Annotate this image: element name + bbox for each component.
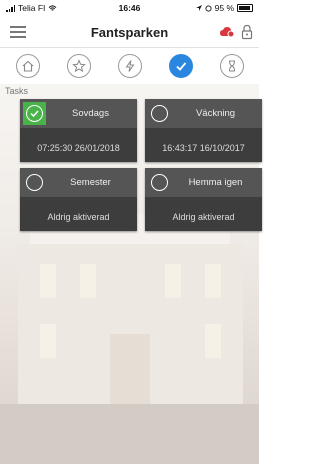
task-toggle[interactable]	[148, 102, 171, 125]
task-name: Hemma igen	[188, 177, 243, 188]
alarm-icon	[205, 4, 212, 12]
status-bar: Telia FI 16:46 95 %	[0, 0, 259, 16]
empty-circle-icon	[151, 174, 168, 191]
check-icon	[176, 62, 187, 71]
location-icon	[195, 5, 202, 11]
task-last-run: Aldrig aktiverad	[47, 212, 110, 222]
tab-timers[interactable]	[220, 54, 244, 78]
task-name: Sovdags	[72, 108, 109, 119]
tab-favorites[interactable]	[67, 54, 91, 78]
battery-label: 95 %	[214, 3, 234, 13]
tab-energy[interactable]	[118, 54, 142, 78]
task-last-run: Aldrig aktiverad	[172, 212, 235, 222]
home-icon	[22, 60, 34, 72]
task-last-run: 07:25:30 26/01/2018	[37, 143, 120, 153]
empty-circle-icon	[26, 174, 43, 191]
task-tile-hemma-igen[interactable]: Hemma igen Aldrig aktiverad	[145, 168, 262, 231]
task-tile-semester[interactable]: Semester Aldrig aktiverad	[20, 168, 137, 231]
task-toggle[interactable]	[148, 171, 171, 194]
tab-home[interactable]	[16, 54, 40, 78]
cloud-alert-icon[interactable]	[219, 25, 235, 39]
section-label: Tasks	[5, 86, 29, 96]
status-right: 95 %	[195, 3, 253, 13]
app-header: Fantsparken	[0, 17, 259, 48]
task-last-run: 16:43:17 16/10/2017	[162, 143, 245, 153]
task-tile-sovdags[interactable]: Sovdags 07:25:30 26/01/2018	[20, 99, 137, 162]
task-toggle[interactable]	[23, 171, 46, 194]
lightning-icon	[125, 60, 135, 72]
task-name: Väckning	[195, 108, 236, 119]
check-circle-icon	[26, 105, 43, 122]
task-toggle[interactable]	[23, 102, 46, 125]
star-icon	[72, 59, 86, 73]
battery-icon	[237, 4, 253, 12]
tab-bar	[0, 48, 259, 85]
task-name: Semester	[70, 177, 111, 188]
lock-icon[interactable]	[241, 24, 253, 40]
tab-tasks[interactable]	[169, 54, 193, 78]
task-tile-vackning[interactable]: Väckning 16:43:17 16/10/2017	[145, 99, 262, 162]
hourglass-icon	[229, 60, 235, 72]
empty-circle-icon	[151, 105, 168, 122]
